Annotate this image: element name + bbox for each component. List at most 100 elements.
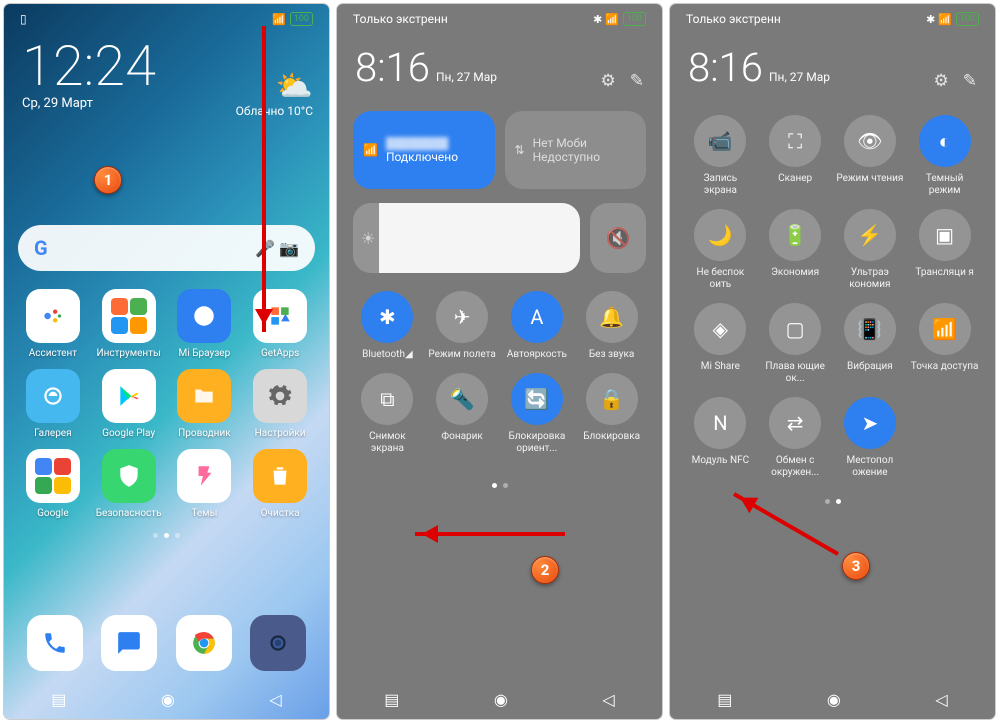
share-icon: ◈: [694, 303, 746, 355]
app-Google Play[interactable]: Google Play: [94, 369, 164, 439]
dock-messages[interactable]: [101, 615, 157, 671]
brightness-slider[interactable]: ☀: [353, 203, 580, 273]
app-icon: [102, 449, 156, 503]
nav-back[interactable]: ◁: [602, 690, 614, 709]
nav-menu[interactable]: ▤: [717, 690, 732, 709]
tile-loc[interactable]: ➤Местопол ожение: [836, 397, 905, 479]
tile-dark[interactable]: ◐Темный режим: [910, 115, 979, 197]
tile-label: Запись экрана: [686, 173, 755, 197]
tile-label: Снимок экрана: [353, 431, 422, 455]
app-label: Google Play: [102, 428, 155, 439]
app-icon: [177, 449, 231, 503]
app-label: GetApps: [261, 348, 299, 359]
tile-scan[interactable]: ⛶Сканер: [761, 115, 830, 197]
qs-time: 8:16: [688, 44, 763, 91]
app-Настройки[interactable]: Настройки: [245, 369, 315, 439]
tile-label: Режим чтения: [836, 173, 903, 185]
nfc-icon: N: [694, 397, 746, 449]
app-Инструменты[interactable]: Инструменты: [94, 289, 164, 359]
data-icon: ⇅: [515, 143, 525, 157]
tile-bell[interactable]: 🔔Без звука: [577, 291, 646, 361]
dark-icon: ◐: [919, 115, 971, 167]
tile-torch[interactable]: 🔦Фонарик: [428, 373, 497, 455]
tile-moon[interactable]: 🌙Не беспок оить: [686, 209, 755, 291]
tile-nfc[interactable]: N Модуль NFC: [686, 397, 755, 479]
tile-vib[interactable]: 📳Вибрация: [836, 303, 905, 385]
app-Галерея[interactable]: Галерея: [18, 369, 88, 439]
nav-back[interactable]: ◁: [269, 690, 281, 709]
mute-tile[interactable]: 🔇: [590, 203, 646, 273]
tile-eye[interactable]: 👁Режим чтения: [836, 115, 905, 197]
tile-hot[interactable]: 📶Точка доступа: [910, 303, 979, 385]
tile-cast[interactable]: ▣Трансляци я: [910, 209, 979, 291]
app-Очистка[interactable]: Очистка: [245, 449, 315, 519]
edit-icon[interactable]: ✎: [630, 71, 644, 91]
search-bar[interactable]: G 🎤 📷: [18, 225, 315, 271]
nav-back[interactable]: ◁: [935, 690, 947, 709]
settings-icon[interactable]: ⚙: [601, 71, 616, 91]
status-bar: ▯ 📶 100: [4, 4, 329, 34]
tile-plane[interactable]: ✈Режим полета: [428, 291, 497, 361]
weather-widget[interactable]: ⛅ Облачно 10°C: [236, 69, 313, 118]
tile-A[interactable]: AАвтояркость: [503, 291, 572, 361]
tile-batt[interactable]: 🔋Экономия: [761, 209, 830, 291]
qs-time: 8:16: [355, 44, 430, 91]
tile-rec[interactable]: 📹Запись экрана: [686, 115, 755, 197]
battery-icon: 100: [623, 12, 646, 26]
page-indicator: [4, 533, 329, 538]
qs-header: 8:16Пн, 27 Мар ⚙✎: [670, 34, 995, 101]
tile-label: Блокировка: [583, 431, 640, 443]
tile-bt[interactable]: ✱ Bluetooth◢: [353, 291, 422, 361]
app-Google[interactable]: Google: [18, 449, 88, 519]
app-Проводник[interactable]: Проводник: [170, 369, 240, 439]
bt-icon: ✱: [361, 291, 413, 343]
tile-share[interactable]: ◈ Mi Share: [686, 303, 755, 385]
tile-rlock[interactable]: 🔄Блокировка ориент...: [503, 373, 572, 455]
app-Безопасность[interactable]: Безопасность: [94, 449, 164, 519]
google-logo-icon: G: [34, 236, 48, 260]
wifi-tile[interactable]: 📶 ████████Подключено: [353, 111, 495, 189]
settings-icon[interactable]: ⚙: [934, 71, 949, 91]
vib-icon: 📳: [844, 303, 896, 355]
tile-label: Модуль NFC: [692, 455, 750, 467]
nav-menu[interactable]: ▤: [384, 690, 399, 709]
dock-camera[interactable]: [250, 615, 306, 671]
mobile-data-tile[interactable]: ⇅ Нет МобиНедоступно: [505, 111, 647, 189]
tile-label: Без звука: [589, 349, 634, 361]
app-Ассистент[interactable]: Ассистент: [18, 289, 88, 359]
app-label: Очистка: [261, 508, 300, 519]
edit-icon[interactable]: ✎: [963, 71, 977, 91]
app-icon: [102, 289, 156, 343]
app-Темы[interactable]: Темы: [170, 449, 240, 519]
torch-icon: 🔦: [436, 373, 488, 425]
qs-tiles: ✱ Bluetooth◢ ✈Режим полетаAАвтояркость🔔Без…: [337, 277, 662, 469]
app-label: Настройки: [255, 428, 306, 439]
tile-scut[interactable]: ⧉Снимок экрана: [353, 373, 422, 455]
tile-label: Bluetooth◢: [362, 349, 413, 361]
A-icon: A: [511, 291, 563, 343]
dock-chrome[interactable]: [176, 615, 232, 671]
near-icon: ⇄: [769, 397, 821, 449]
tile-bolt[interactable]: ⚡Ультраэ кономия: [836, 209, 905, 291]
loc-icon: ➤: [844, 397, 896, 449]
dock-phone[interactable]: [27, 615, 83, 671]
app-Mi Браузер[interactable]: Mi Браузер: [170, 289, 240, 359]
app-label: Google: [37, 508, 69, 519]
hot-icon: 📶: [919, 303, 971, 355]
nav-bar: ▤ ◉ ◁: [670, 679, 995, 719]
app-label: Ассистент: [29, 348, 77, 359]
nav-menu[interactable]: ▤: [51, 690, 66, 709]
tile-label: Не беспок оить: [686, 267, 755, 291]
tile-float[interactable]: ▢Плава ющие ок...: [761, 303, 830, 385]
tile-near[interactable]: ⇄Обмен с окружен...: [761, 397, 830, 479]
nav-home[interactable]: ◉: [827, 690, 841, 709]
float-icon: ▢: [769, 303, 821, 355]
phone-quicksettings-2: Только экстренн ✱ 📶 100 8:16Пн, 27 Мар ⚙…: [670, 4, 995, 719]
tile-lock[interactable]: 🔒Блокировка: [577, 373, 646, 455]
tile-label: Mi Share: [701, 361, 740, 373]
nav-home[interactable]: ◉: [494, 690, 508, 709]
nav-bar: ▤ ◉ ◁: [4, 679, 329, 719]
app-icon: [177, 369, 231, 423]
nav-home[interactable]: ◉: [161, 690, 175, 709]
dock: [4, 615, 329, 671]
